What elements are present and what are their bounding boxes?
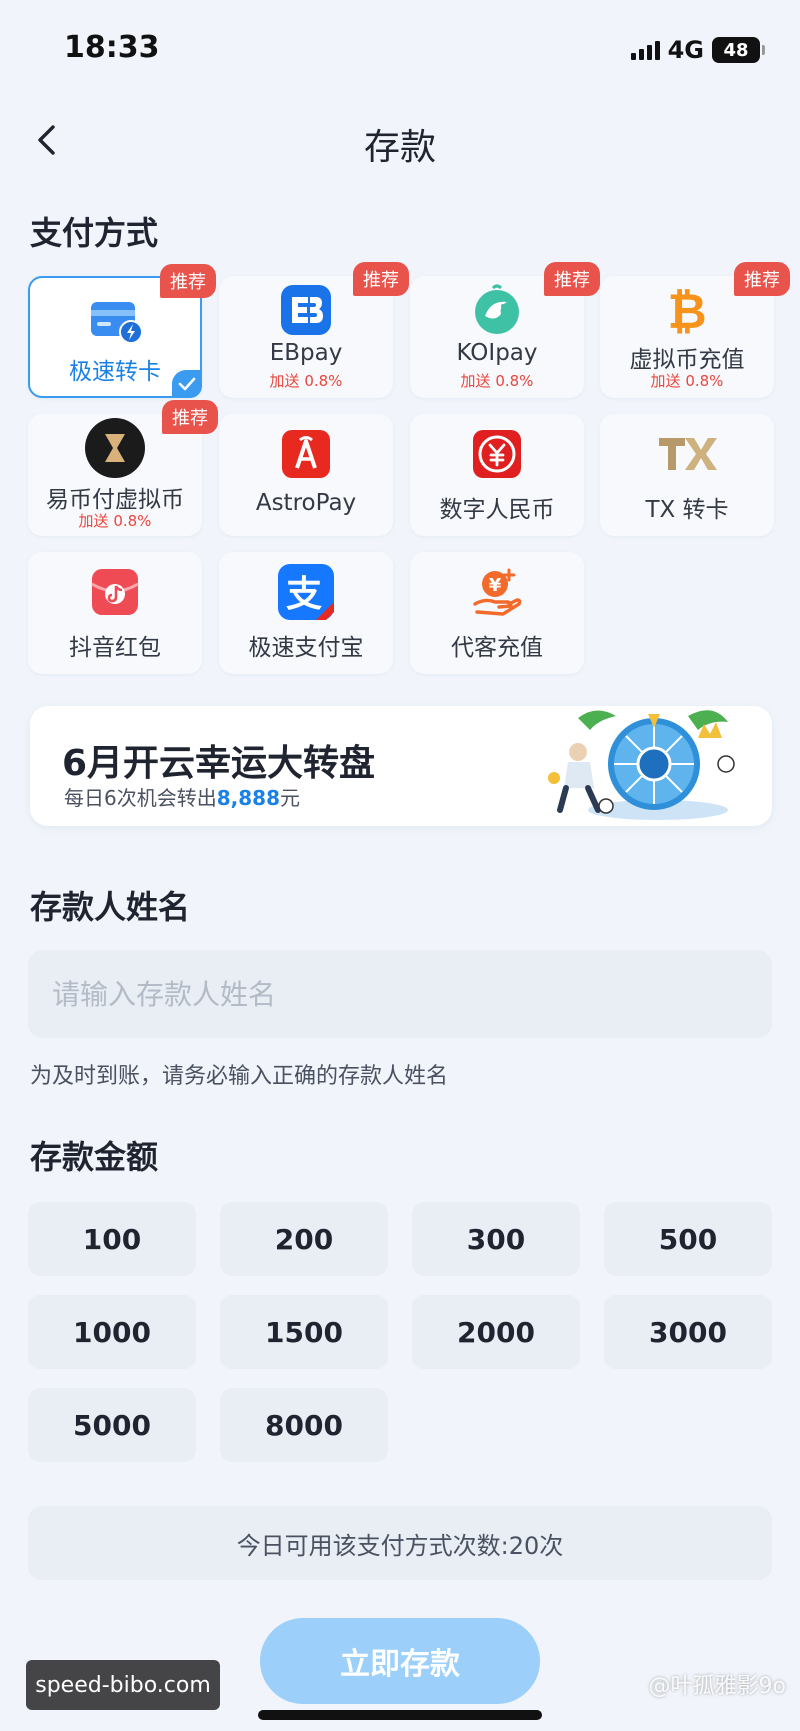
amount-option[interactable]: 3000	[604, 1295, 772, 1369]
recommend-badge: 推荐	[162, 400, 218, 434]
name-hint: 为及时到账，请务必输入正确的存款人姓名	[30, 1064, 449, 1089]
payment-method-digital-rmb[interactable]: 数字人民币	[410, 414, 584, 536]
bitcoin-icon: ₿	[659, 282, 715, 338]
name-section-title: 存款人姓名	[30, 888, 191, 926]
svg-text:支: 支	[286, 574, 322, 615]
deposit-submit-button[interactable]: 立即存款	[260, 1618, 540, 1704]
amount-option[interactable]: 5000	[28, 1388, 196, 1462]
signal-icon	[630, 40, 660, 60]
payment-method-label: 易币付虚拟币	[46, 487, 184, 513]
status-bar: 18:33 4G 48	[0, 0, 800, 100]
amount-option[interactable]: 1500	[220, 1295, 388, 1369]
banner-title: 6月开云幸运大转盘	[62, 743, 376, 784]
usage-count-info: 今日可用该支付方式次数:20次	[28, 1506, 772, 1580]
home-indicator	[258, 1710, 542, 1720]
payment-method-koipay[interactable]: KOIpay 加送 0.8% 推荐	[410, 262, 600, 398]
lucky-wheel-banner[interactable]: 6月开云幸运大转盘 每日6次机会转出8,888元	[30, 706, 772, 826]
status-indicators: 4G 48	[630, 36, 765, 64]
battery-icon: 48	[712, 37, 765, 63]
payment-method-ebpay[interactable]: EBpay 加送 0.8% 推荐	[219, 262, 409, 398]
recommend-badge: 推荐	[544, 262, 600, 296]
amount-option[interactable]: 300	[412, 1202, 580, 1276]
page-title: 存款	[363, 127, 436, 168]
amount-option[interactable]: 8000	[220, 1388, 388, 1462]
douyin-redpacket-icon	[87, 564, 143, 620]
yibifu-icon	[83, 416, 147, 480]
nav-bar: 存款	[0, 100, 800, 180]
payment-method-tx-card[interactable]: TX 转卡	[600, 414, 774, 536]
payment-method-label: EBpay	[269, 340, 343, 366]
bonus-text: 加送 0.8%	[78, 512, 152, 530]
payment-method-douyin[interactable]: 抖音红包	[28, 552, 202, 674]
amount-option[interactable]: 500	[604, 1202, 772, 1276]
network-type: 4G	[667, 36, 704, 64]
checkmark-icon	[172, 370, 202, 398]
payment-method-alipay[interactable]: 支 极速支付宝	[219, 552, 393, 674]
alipay-icon: 支	[276, 562, 336, 622]
amount-option[interactable]: 100	[28, 1202, 196, 1276]
author-watermark: @叶孤雅影9o	[648, 1674, 786, 1699]
amount-option[interactable]: 200	[220, 1202, 388, 1276]
amount-option[interactable]: 1000	[28, 1295, 196, 1369]
payment-method-label: 代客充值	[451, 635, 543, 661]
agent-recharge-icon: ¥	[469, 564, 525, 620]
svg-text:₿: ₿	[667, 284, 706, 338]
astropay-icon	[278, 426, 334, 482]
payment-method-agent-recharge[interactable]: ¥ 代客充值	[410, 552, 584, 674]
payment-method-astropay[interactable]: AstroPay	[219, 414, 393, 536]
bonus-text: 加送 0.8%	[269, 372, 343, 390]
recommend-badge: 推荐	[734, 262, 790, 296]
payment-method-label: KOIpay	[456, 340, 538, 366]
fast-card-icon	[87, 292, 143, 348]
payment-method-label: 虚拟币充值	[629, 347, 745, 373]
ebpay-icon	[278, 282, 334, 338]
digital-rmb-icon	[469, 426, 525, 482]
bonus-text: 加送 0.8%	[460, 372, 534, 390]
recommend-badge: 推荐	[353, 262, 409, 296]
banner-subtitle-suffix: 元	[280, 786, 300, 810]
payment-method-label: 极速支付宝	[248, 635, 364, 661]
tx-logo-icon	[655, 426, 719, 482]
payment-method-label: AstroPay	[255, 490, 357, 516]
payment-method-crypto[interactable]: ₿ 虚拟币充值 加送 0.8% 推荐	[600, 262, 790, 398]
domain-watermark: speed-bibo.com	[26, 1660, 220, 1710]
banner-subtitle: 每日6次机会转出8,888元	[64, 782, 300, 811]
payment-method-yibifu[interactable]: 易币付虚拟币 加送 0.8% 推荐	[28, 400, 218, 536]
banner-subtitle-prefix: 每日6次机会转出	[64, 786, 217, 810]
bonus-text: 加送 0.8%	[650, 372, 724, 390]
payment-method-label: TX 转卡	[645, 497, 729, 523]
payment-method-fast-card[interactable]: 极速转卡 推荐	[28, 264, 216, 398]
payment-section-title: 支付方式	[30, 214, 159, 252]
lucky-wheel-illustration	[548, 710, 735, 820]
depositor-name-input[interactable]	[28, 950, 772, 1038]
status-time: 18:33	[64, 30, 160, 65]
amount-option[interactable]: 2000	[412, 1295, 580, 1369]
svg-text:¥: ¥	[489, 575, 502, 596]
payment-method-label: 抖音红包	[69, 635, 161, 661]
koipay-icon	[469, 282, 525, 338]
recommend-badge: 推荐	[160, 264, 216, 298]
payment-method-label: 数字人民币	[439, 497, 555, 523]
amount-section-title: 存款金额	[30, 1138, 159, 1176]
banner-subtitle-amount: 8,888	[216, 786, 280, 810]
